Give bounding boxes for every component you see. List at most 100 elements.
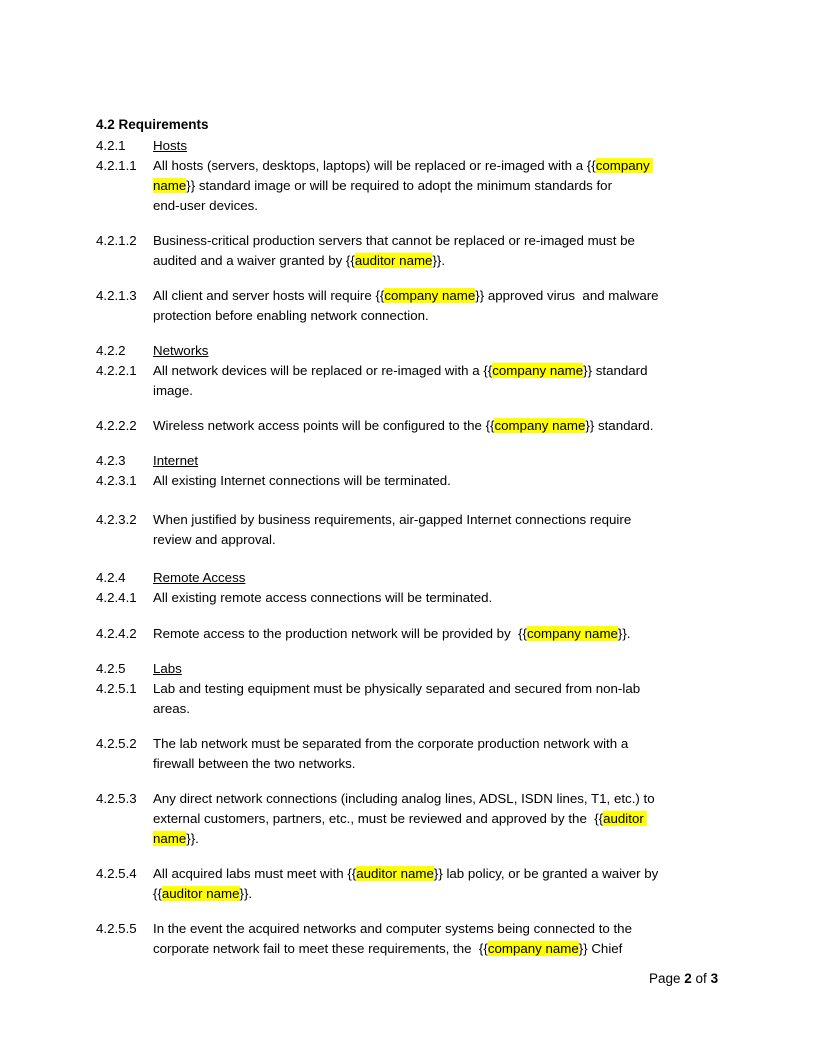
text-segment: review and approval. bbox=[153, 532, 276, 547]
current-page-number: 2 bbox=[684, 971, 692, 986]
placeholder-highlight: auditor name bbox=[161, 886, 240, 901]
text-segment: }} lab policy, or be granted a waiver by bbox=[433, 866, 659, 881]
page-label: Page bbox=[649, 971, 685, 986]
placeholder-highlight: company name bbox=[527, 626, 618, 641]
placeholder-highlight: name bbox=[153, 831, 187, 846]
item-number: 4.2.4.1 bbox=[96, 590, 137, 605]
total-pages-number: 3 bbox=[710, 971, 719, 986]
text-segment: All network devices will be replaced or … bbox=[153, 363, 493, 378]
subsection-title: Internet bbox=[153, 453, 199, 468]
requirement-text: Business-critical production servers tha… bbox=[153, 231, 733, 271]
text-line: name}} standard image or will be require… bbox=[153, 176, 733, 196]
page-footer: Page 2 of 3 bbox=[649, 971, 718, 986]
requirement-text: All acquired labs must meet with {{audit… bbox=[153, 864, 733, 904]
subsection-title-wrap: Networks bbox=[153, 341, 733, 361]
text-segment: Remote access to the production network … bbox=[153, 626, 527, 641]
placeholder-highlight: company name bbox=[492, 363, 584, 378]
text-segment: All acquired labs must meet with {{ bbox=[153, 866, 357, 881]
text-segment: }} Chief bbox=[578, 941, 623, 956]
text-segment: When justified by business requirements,… bbox=[153, 512, 632, 527]
subsection-title-wrap: Internet bbox=[153, 451, 733, 471]
text-line: All hosts (servers, desktops, laptops) w… bbox=[153, 156, 733, 176]
text-line: corporate network fail to meet these req… bbox=[153, 939, 733, 959]
requirement-text: In the event the acquired networks and c… bbox=[153, 919, 733, 959]
subsection-number: 4.2.1 bbox=[96, 138, 126, 153]
text-line: In the event the acquired networks and c… bbox=[153, 919, 733, 939]
item-number: 4.2.4.2 bbox=[96, 626, 137, 641]
requirement-text: Wireless network access points will be c… bbox=[153, 416, 733, 436]
text-segment: }} standard bbox=[583, 363, 648, 378]
item-number: 4.2.5.1 bbox=[96, 681, 137, 696]
text-line: Any direct network connections (includin… bbox=[153, 789, 733, 809]
requirement-text: All hosts (servers, desktops, laptops) w… bbox=[153, 156, 733, 216]
text-line: Lab and testing equipment must be physic… bbox=[153, 679, 733, 699]
item-number: 4.2.5.2 bbox=[96, 736, 137, 751]
item-number: 4.2.2.2 bbox=[96, 418, 137, 433]
text-line: Remote access to the production network … bbox=[153, 624, 733, 644]
text-segment: Any direct network connections (includin… bbox=[153, 791, 655, 806]
text-segment: All client and server hosts will require… bbox=[153, 288, 385, 303]
text-line: image. bbox=[153, 381, 733, 401]
item-number: 4.2.1.3 bbox=[96, 288, 137, 303]
text-line: name}}. bbox=[153, 829, 733, 849]
text-line: Business-critical production servers tha… bbox=[153, 231, 733, 251]
text-segment: }} standard image or will be required to… bbox=[186, 178, 612, 193]
requirement-text: Lab and testing equipment must be physic… bbox=[153, 679, 733, 719]
placeholder-highlight: company bbox=[595, 158, 654, 173]
text-segment: image. bbox=[153, 383, 193, 398]
text-segment: }}. bbox=[239, 886, 253, 901]
text-line: review and approval. bbox=[153, 530, 733, 550]
of-label: of bbox=[691, 971, 711, 986]
text-line: Wireless network access points will be c… bbox=[153, 416, 733, 436]
text-line: protection before enabling network conne… bbox=[153, 306, 733, 326]
requirement-text: All existing Internet connections will b… bbox=[153, 471, 733, 491]
text-line: All client and server hosts will require… bbox=[153, 286, 733, 306]
subsection-title-wrap: Labs bbox=[153, 659, 733, 679]
requirement-text: All client and server hosts will require… bbox=[153, 286, 733, 326]
requirement-text: All existing remote access connections w… bbox=[153, 588, 733, 608]
placeholder-highlight: company name bbox=[487, 941, 579, 956]
text-line: The lab network must be separated from t… bbox=[153, 734, 733, 754]
section-heading: 4.2 Requirements bbox=[96, 117, 209, 132]
text-line: All existing remote access connections w… bbox=[153, 588, 733, 608]
subsection-number: 4.2.2 bbox=[96, 343, 126, 358]
text-segment: All hosts (servers, desktops, laptops) w… bbox=[153, 158, 596, 173]
text-segment: All existing Internet connections will b… bbox=[153, 473, 451, 488]
text-line: All acquired labs must meet with {{audit… bbox=[153, 864, 733, 884]
placeholder-highlight: auditor name bbox=[354, 253, 433, 268]
item-number: 4.2.5.4 bbox=[96, 866, 137, 881]
text-line: {{auditor name}}. bbox=[153, 884, 733, 904]
subsection-title: Hosts bbox=[153, 138, 187, 153]
placeholder-highlight: company name bbox=[494, 418, 586, 433]
item-number: 4.2.3.2 bbox=[96, 512, 137, 527]
subsection-title-wrap: Hosts bbox=[153, 136, 733, 156]
text-segment: audited and a waiver granted by {{ bbox=[153, 253, 355, 268]
requirement-text: All network devices will be replaced or … bbox=[153, 361, 733, 401]
subsection-number: 4.2.3 bbox=[96, 453, 126, 468]
item-number: 4.2.3.1 bbox=[96, 473, 137, 488]
placeholder-highlight: company name bbox=[384, 288, 476, 303]
subsection-title-wrap: Remote Access bbox=[153, 568, 733, 588]
text-line: All existing Internet connections will b… bbox=[153, 471, 733, 491]
text-line: firewall between the two networks. bbox=[153, 754, 733, 774]
text-segment: end-user devices. bbox=[153, 198, 258, 213]
text-segment: In the event the acquired networks and c… bbox=[153, 921, 632, 936]
text-line: When justified by business requirements,… bbox=[153, 510, 733, 530]
text-segment: }} approved virus and malware bbox=[475, 288, 659, 303]
requirement-text: Remote access to the production network … bbox=[153, 624, 733, 644]
requirement-text: The lab network must be separated from t… bbox=[153, 734, 733, 774]
text-segment: All existing remote access connections w… bbox=[153, 590, 493, 605]
item-number: 4.2.5.3 bbox=[96, 791, 137, 806]
placeholder-highlight: auditor name bbox=[356, 866, 434, 881]
text-segment: areas. bbox=[153, 701, 190, 716]
text-segment: protection before enabling network conne… bbox=[153, 308, 429, 323]
text-line: areas. bbox=[153, 699, 733, 719]
document-page: 4.2 Requirements 4.2.1 Hosts 4.2.1.1 All ho… bbox=[0, 0, 816, 1056]
subsection-title: Labs bbox=[153, 661, 182, 676]
text-segment: corporate network fail to meet these req… bbox=[153, 941, 488, 956]
placeholder-highlight: name bbox=[153, 178, 187, 193]
subsection-title: Remote Access bbox=[153, 570, 246, 585]
item-number: 4.2.2.1 bbox=[96, 363, 137, 378]
text-segment: external customers, partners, etc., must… bbox=[153, 811, 604, 826]
text-segment: }} standard. bbox=[585, 418, 654, 433]
